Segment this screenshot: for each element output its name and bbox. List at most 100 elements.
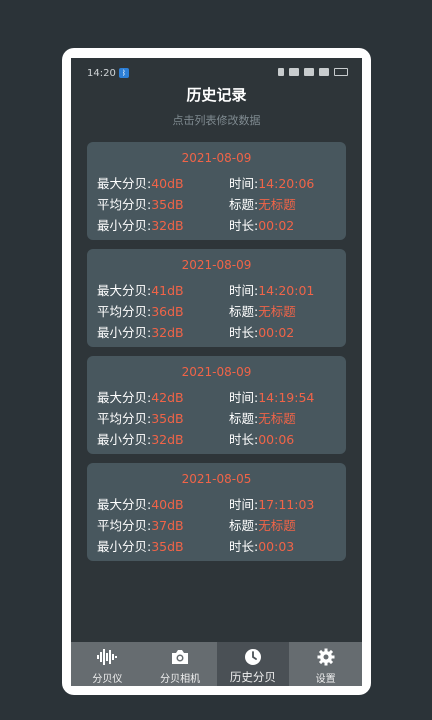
time-label: 时间: — [229, 283, 259, 298]
time-label: 时间: — [229, 390, 259, 405]
record-time: 时间:14:20:06 — [229, 173, 314, 192]
waveform-icon — [97, 649, 118, 665]
status-time: 14:20 — [87, 68, 116, 79]
app-screen: 14:20 ᛒ 历史记录 点击列表修改数据 2021-08-09 最大分贝:40… — [71, 58, 362, 686]
avg-label: 平均分贝: — [97, 304, 152, 319]
record-min: 最小分贝:32dB — [97, 322, 184, 341]
max-label: 最大分贝: — [97, 497, 152, 512]
avg-value: 37dB — [151, 518, 184, 533]
time-value: 14:19:54 — [258, 390, 315, 405]
duration-value: 00:06 — [258, 432, 295, 447]
bottom-nav: 分贝仪 分贝相机 历史分贝 设置 — [71, 642, 362, 686]
record-avg: 平均分贝:36dB — [97, 301, 184, 320]
duration-label: 时长: — [229, 539, 259, 554]
avg-label: 平均分贝: — [97, 411, 152, 426]
min-label: 最小分贝: — [97, 432, 152, 447]
nav-item-settings[interactable]: 设置 — [289, 642, 362, 686]
avg-value: 35dB — [151, 197, 184, 212]
nav-label: 历史分贝 — [229, 670, 276, 684]
max-value: 42dB — [151, 390, 184, 405]
max-value: 40dB — [151, 176, 184, 191]
avg-value: 36dB — [151, 304, 184, 319]
record-avg: 平均分贝:37dB — [97, 515, 184, 534]
min-value: 32dB — [151, 325, 184, 340]
avg-label: 平均分贝: — [97, 197, 152, 212]
clock-icon — [244, 649, 261, 665]
record-max: 最大分贝:42dB — [97, 387, 184, 406]
time-value: 17:11:03 — [258, 497, 315, 512]
record-card[interactable]: 2021-08-09 最大分贝:40dB 平均分贝:35dB 最小分贝:32dB… — [87, 142, 346, 240]
duration-value: 00:02 — [258, 325, 295, 340]
record-avg: 平均分贝:35dB — [97, 408, 184, 427]
title-label: 标题: — [229, 518, 259, 533]
signal-icon-2 — [319, 68, 329, 76]
duration-value: 00:02 — [258, 218, 295, 233]
record-duration: 时长:00:02 — [229, 322, 294, 341]
record-card[interactable]: 2021-08-05 最大分贝:40dB 平均分贝:37dB 最小分贝:35dB… — [87, 463, 346, 561]
min-value: 35dB — [151, 539, 184, 554]
avg-label: 平均分贝: — [97, 518, 152, 533]
min-label: 最小分贝: — [97, 325, 152, 340]
record-min: 最小分贝:35dB — [97, 536, 184, 555]
time-value: 14:20:06 — [258, 176, 315, 191]
record-card[interactable]: 2021-08-09 最大分贝:42dB 平均分贝:35dB 最小分贝:32dB… — [87, 356, 346, 454]
title-value: 无标题 — [258, 304, 296, 319]
nav-item-camera[interactable]: 分贝相机 — [144, 642, 217, 686]
duration-label: 时长: — [229, 325, 259, 340]
title-label: 标题: — [229, 197, 259, 212]
record-title: 标题:无标题 — [229, 408, 296, 427]
page-title: 历史记录 — [186, 86, 247, 104]
nav-label: 设置 — [315, 674, 336, 685]
record-title: 标题:无标题 — [229, 301, 296, 320]
nav-label: 分贝仪 — [92, 674, 123, 685]
record-date: 2021-08-09 — [181, 151, 252, 165]
record-max: 最大分贝:40dB — [97, 173, 184, 192]
max-value: 41dB — [151, 283, 184, 298]
record-time: 时间:14:20:01 — [229, 280, 314, 299]
title-value: 无标题 — [258, 197, 296, 212]
record-date: 2021-08-09 — [181, 258, 252, 272]
bluetooth-icon — [278, 68, 284, 76]
gear-icon — [317, 648, 335, 666]
record-time: 时间:17:11:03 — [229, 494, 314, 513]
record-duration: 时长:00:02 — [229, 215, 294, 234]
duration-value: 00:03 — [258, 539, 295, 554]
record-list: 2021-08-09 最大分贝:40dB 平均分贝:35dB 最小分贝:32dB… — [87, 142, 346, 570]
min-value: 32dB — [151, 218, 184, 233]
max-label: 最大分贝: — [97, 390, 152, 405]
record-card[interactable]: 2021-08-09 最大分贝:41dB 平均分贝:36dB 最小分贝:32dB… — [87, 249, 346, 347]
max-label: 最大分贝: — [97, 283, 152, 298]
status-icons — [278, 68, 348, 76]
record-min: 最小分贝:32dB — [97, 429, 184, 448]
bluetooth-badge-icon: ᛒ — [119, 68, 129, 78]
record-title: 标题:无标题 — [229, 515, 296, 534]
nav-item-history[interactable]: 历史分贝 — [216, 642, 290, 686]
time-value: 14:20:01 — [258, 283, 315, 298]
record-avg: 平均分贝:35dB — [97, 194, 184, 213]
record-date: 2021-08-05 — [181, 472, 252, 486]
min-value: 32dB — [151, 432, 184, 447]
record-max: 最大分贝:40dB — [97, 494, 184, 513]
record-title: 标题:无标题 — [229, 194, 296, 213]
min-label: 最小分贝: — [97, 218, 152, 233]
time-label: 时间: — [229, 497, 259, 512]
record-duration: 时长:00:06 — [229, 429, 294, 448]
title-value: 无标题 — [258, 518, 296, 533]
page-subtitle: 点击列表修改数据 — [172, 114, 261, 127]
record-duration: 时长:00:03 — [229, 536, 294, 555]
time-label: 时间: — [229, 176, 259, 191]
record-time: 时间:14:19:54 — [229, 387, 314, 406]
nav-item-meter[interactable]: 分贝仪 — [71, 642, 144, 686]
title-label: 标题: — [229, 411, 259, 426]
hd-icon — [289, 68, 299, 76]
signal-icon — [304, 68, 314, 76]
title-label: 标题: — [229, 304, 259, 319]
max-label: 最大分贝: — [97, 176, 152, 191]
nav-label: 分贝相机 — [160, 674, 201, 685]
battery-icon — [334, 68, 348, 76]
record-max: 最大分贝:41dB — [97, 280, 184, 299]
record-date: 2021-08-09 — [181, 365, 252, 379]
record-min: 最小分贝:32dB — [97, 215, 184, 234]
avg-value: 35dB — [151, 411, 184, 426]
duration-label: 时长: — [229, 218, 259, 233]
